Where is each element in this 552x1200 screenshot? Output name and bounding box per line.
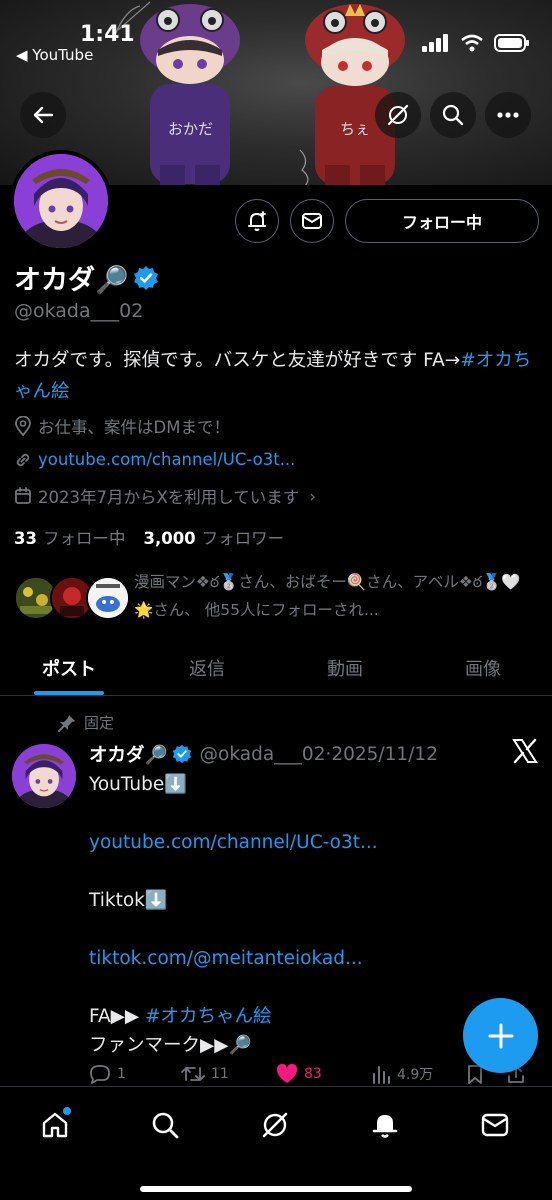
profile-website-link[interactable]: youtube.com/channel/UC-o3t... xyxy=(38,450,295,469)
calendar-icon xyxy=(15,487,31,504)
envelope-icon xyxy=(481,1113,509,1137)
post-line-fa: FA▶▶ #オカちゃん絵 xyxy=(89,1002,519,1031)
message-button[interactable] xyxy=(290,199,334,243)
back-to-app-link[interactable]: ◀ YouTube xyxy=(16,46,93,64)
repost-action[interactable]: 11 xyxy=(181,1064,276,1084)
post-author-name[interactable]: オカダ🔎 xyxy=(89,741,168,767)
pin-icon xyxy=(58,714,75,732)
post-youtube-link[interactable]: youtube.com/channel/UC-o3t... xyxy=(89,828,519,857)
link-icon xyxy=(16,453,30,466)
verified-badge-icon xyxy=(172,744,191,764)
nav-messages[interactable] xyxy=(475,1105,515,1145)
search-icon xyxy=(442,104,464,126)
post-line-youtube: YouTube⬇️ xyxy=(89,774,188,795)
like-count: 83 xyxy=(304,1066,322,1082)
post-tiktok-link[interactable]: tiktok.com/@meitanteiokad... xyxy=(89,944,519,973)
notify-button[interactable] xyxy=(235,199,279,243)
bell-plus-icon xyxy=(248,211,266,231)
bell-icon xyxy=(372,1115,398,1138)
profile-name: オカダ🔎 xyxy=(14,265,129,296)
profile-location-row: お仕事、案件はDMまで！ xyxy=(14,414,230,438)
reply-action[interactable]: 1 xyxy=(89,1064,181,1084)
chevron-right-icon: › xyxy=(309,486,316,506)
envelope-icon xyxy=(302,213,322,229)
wifi-icon xyxy=(461,34,483,52)
post-hashtag-link[interactable]: #オカちゃん絵 xyxy=(145,1006,272,1027)
pinned-label: 固定 xyxy=(84,714,115,732)
post-avatar-illustration xyxy=(12,744,76,808)
profile-joined-text: 2023年7月からXを利用しています xyxy=(38,488,300,507)
x-logo-icon[interactable] xyxy=(512,738,538,764)
banner-text-left: おかだ xyxy=(168,120,214,138)
grok-icon xyxy=(262,1112,288,1138)
known-follower-avatar xyxy=(86,576,130,620)
nav-notifications[interactable] xyxy=(365,1105,405,1145)
more-button[interactable] xyxy=(485,92,531,138)
following-button[interactable]: フォロー中 xyxy=(345,199,539,243)
search-button[interactable] xyxy=(430,92,476,138)
tab-replies[interactable]: 返信 xyxy=(138,640,276,695)
compose-button[interactable] xyxy=(463,998,538,1073)
profile-job-text: お仕事、案件はDMまで！ xyxy=(38,418,230,437)
pinned-indicator: 固定 xyxy=(58,712,114,733)
back-button[interactable] xyxy=(20,92,66,138)
reply-count: 1 xyxy=(117,1066,126,1082)
followers-label: フォロワー xyxy=(201,529,285,548)
follow-counts: 33 フォロー中 3,000 フォロワー xyxy=(14,525,284,549)
views-count: 4.9万 xyxy=(397,1067,434,1083)
nav-search[interactable] xyxy=(145,1105,185,1145)
home-new-dot xyxy=(63,1107,71,1115)
followers-count: 3,000 xyxy=(143,529,196,548)
tab-images[interactable]: 画像 xyxy=(414,640,552,695)
reply-icon xyxy=(90,1065,110,1084)
arrow-left-icon xyxy=(33,106,54,124)
post-author-meta: @okada___02·2025/11/12 xyxy=(199,743,438,765)
battery-icon xyxy=(494,34,529,52)
avatar-illustration xyxy=(14,154,108,248)
post-fa-prefix: FA▶▶ xyxy=(89,1006,145,1027)
known-followers[interactable]: 漫画マン❖ఠ🥈さん、おばそー🍭さん、アベル❖ఠ🥈🤍🌟さん、 他55人にフォローさ… xyxy=(14,568,544,628)
followers-link[interactable]: 3,000 フォロワー xyxy=(143,525,284,549)
following-label: フォロー中 xyxy=(42,529,126,548)
following-count: 33 xyxy=(14,529,37,548)
grok-icon xyxy=(387,104,409,126)
nav-home[interactable] xyxy=(35,1105,75,1145)
known-followers-text: 漫画マン❖ఠ🥈さん、おばそー🍭さん、アベル❖ఠ🥈🤍🌟さん、 他55人にフォローさ… xyxy=(134,573,521,619)
post-author-avatar[interactable] xyxy=(12,744,76,808)
post-body[interactable]: YouTube⬇️ youtube.com/channel/UC-o3t... … xyxy=(89,770,519,1060)
profile-tabs: ポスト 返信 動画 画像 xyxy=(0,640,552,696)
profile-bio: オカダです。探偵です。バスケと友達が好きです FA→#オカちゃん絵 xyxy=(14,345,539,407)
repost-icon xyxy=(181,1067,205,1081)
profile-avatar[interactable] xyxy=(10,150,112,252)
views-action[interactable]: 4.9万 xyxy=(371,1064,466,1084)
bottom-navigation xyxy=(0,1086,552,1200)
post-line-fanmark: ファンマーク▶▶🔎 xyxy=(89,1035,252,1056)
like-action[interactable]: 83 xyxy=(276,1064,371,1084)
nav-grok[interactable] xyxy=(255,1105,295,1145)
tab-posts[interactable]: ポスト xyxy=(0,640,138,695)
location-pin-icon xyxy=(15,416,31,436)
following-link[interactable]: 33 フォロー中 xyxy=(14,525,125,549)
heart-filled-icon xyxy=(276,1064,298,1083)
profile-name-row: オカダ🔎 xyxy=(14,258,159,297)
status-icons xyxy=(422,34,530,52)
home-indicator xyxy=(140,1186,412,1192)
profile-joined-row[interactable]: 2023年7月からXを利用しています › xyxy=(14,484,316,508)
post-header: オカダ🔎 @okada___02·2025/11/12 xyxy=(89,741,438,767)
status-time: 1:41 xyxy=(80,22,135,47)
banner-text-right: ちぇ xyxy=(340,120,371,138)
plus-icon xyxy=(488,1023,513,1048)
tab-videos[interactable]: 動画 xyxy=(276,640,414,695)
verified-badge-icon[interactable] xyxy=(133,265,159,291)
views-chart-icon xyxy=(373,1066,390,1084)
profile-handle: @okada___02 xyxy=(14,300,144,322)
repost-count: 11 xyxy=(211,1066,229,1082)
profile-website-row: youtube.com/channel/UC-o3t... xyxy=(14,450,295,469)
more-dots-icon xyxy=(497,112,519,118)
search-icon xyxy=(152,1112,179,1139)
grok-button[interactable] xyxy=(375,92,421,138)
bio-text: オカダです。探偵です。バスケと友達が好きです FA→ xyxy=(14,350,461,371)
signal-icon xyxy=(422,34,448,52)
post-line-tiktok: Tiktok⬇️ xyxy=(89,890,168,911)
